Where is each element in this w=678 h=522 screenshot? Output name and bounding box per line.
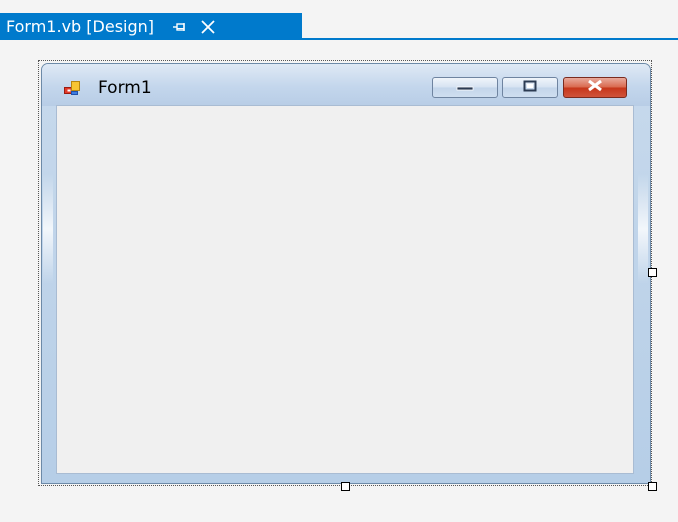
form-client-area[interactable] bbox=[56, 105, 634, 474]
form-window[interactable]: Form1 bbox=[41, 63, 651, 484]
document-tab-form1-design[interactable]: Form1.vb [Design] bbox=[0, 13, 302, 40]
maximize-icon bbox=[523, 79, 537, 97]
resize-handle-bottom-right[interactable] bbox=[648, 482, 657, 491]
resize-handle-right[interactable] bbox=[648, 268, 657, 277]
minimize-button[interactable] bbox=[432, 77, 498, 98]
close-button[interactable] bbox=[563, 77, 627, 98]
frame-glow-left bbox=[43, 174, 53, 284]
close-icon[interactable] bbox=[200, 19, 216, 35]
maximize-button[interactable] bbox=[502, 77, 558, 98]
frame-glow-right bbox=[638, 174, 648, 284]
pin-icon[interactable] bbox=[172, 19, 188, 35]
document-tab-title: Form1.vb [Design] bbox=[6, 17, 155, 36]
form-title-bar[interactable]: Form1 bbox=[42, 64, 650, 106]
minimize-icon bbox=[456, 79, 474, 97]
resize-handle-bottom[interactable] bbox=[341, 482, 350, 491]
form-title: Form1 bbox=[98, 78, 152, 98]
document-tab-strip: Form1.vb [Design] bbox=[0, 0, 678, 40]
close-icon bbox=[586, 79, 604, 97]
form-icon bbox=[64, 81, 80, 95]
